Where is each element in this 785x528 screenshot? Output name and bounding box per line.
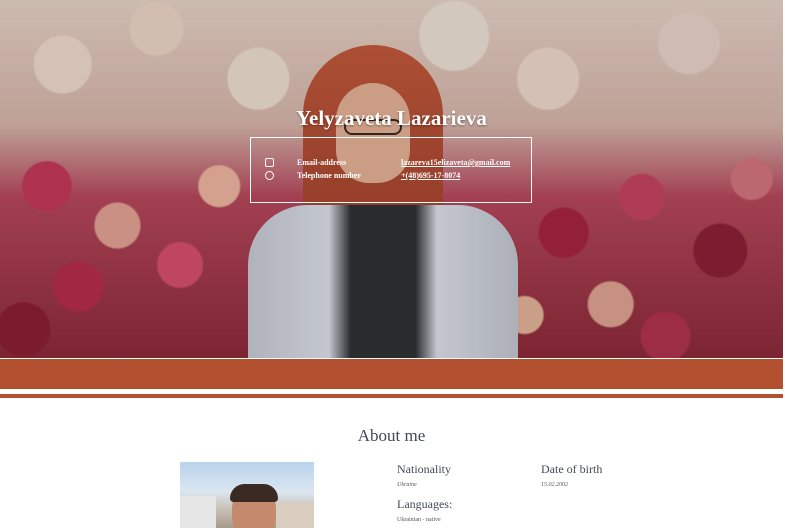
- email-link[interactable]: lazareva15elizaveta@gmail.com: [401, 158, 523, 167]
- profile-photo: [180, 462, 314, 528]
- languages-value: Ukrainian - native: [397, 517, 441, 523]
- nationality-label: Nationality: [397, 462, 451, 476]
- contact-row-email: Email-address lazareva15elizaveta@gmail.…: [265, 158, 523, 170]
- about-title: About me: [357, 426, 426, 445]
- accent-divider: [0, 394, 783, 398]
- phone-label: Telephone number: [297, 171, 361, 180]
- photo-building: [180, 496, 216, 528]
- email-label: Email-address: [297, 158, 347, 167]
- dob-label: Date of birth: [541, 462, 603, 476]
- phone-link[interactable]: +(48)695-17-8074: [401, 171, 523, 180]
- languages-label: Languages:: [397, 497, 453, 511]
- phone-icon: [265, 171, 274, 180]
- dob-value: 15.02.2002: [541, 482, 568, 488]
- contact-box: Email-address lazareva15elizaveta@gmail.…: [250, 137, 532, 203]
- nationality-value: Ukraine: [397, 482, 417, 488]
- contact-row-phone: Telephone number +(48)695-17-8074: [265, 171, 523, 183]
- hero-banner: Yelyzaveta Lazarieva Email-address lazar…: [0, 0, 783, 358]
- photo-building-right: [276, 502, 314, 528]
- accent-band: [0, 359, 783, 389]
- envelope-icon: [265, 158, 274, 167]
- page-title: Yelyzaveta Lazarieva: [296, 106, 487, 130]
- photo-hair: [230, 484, 278, 502]
